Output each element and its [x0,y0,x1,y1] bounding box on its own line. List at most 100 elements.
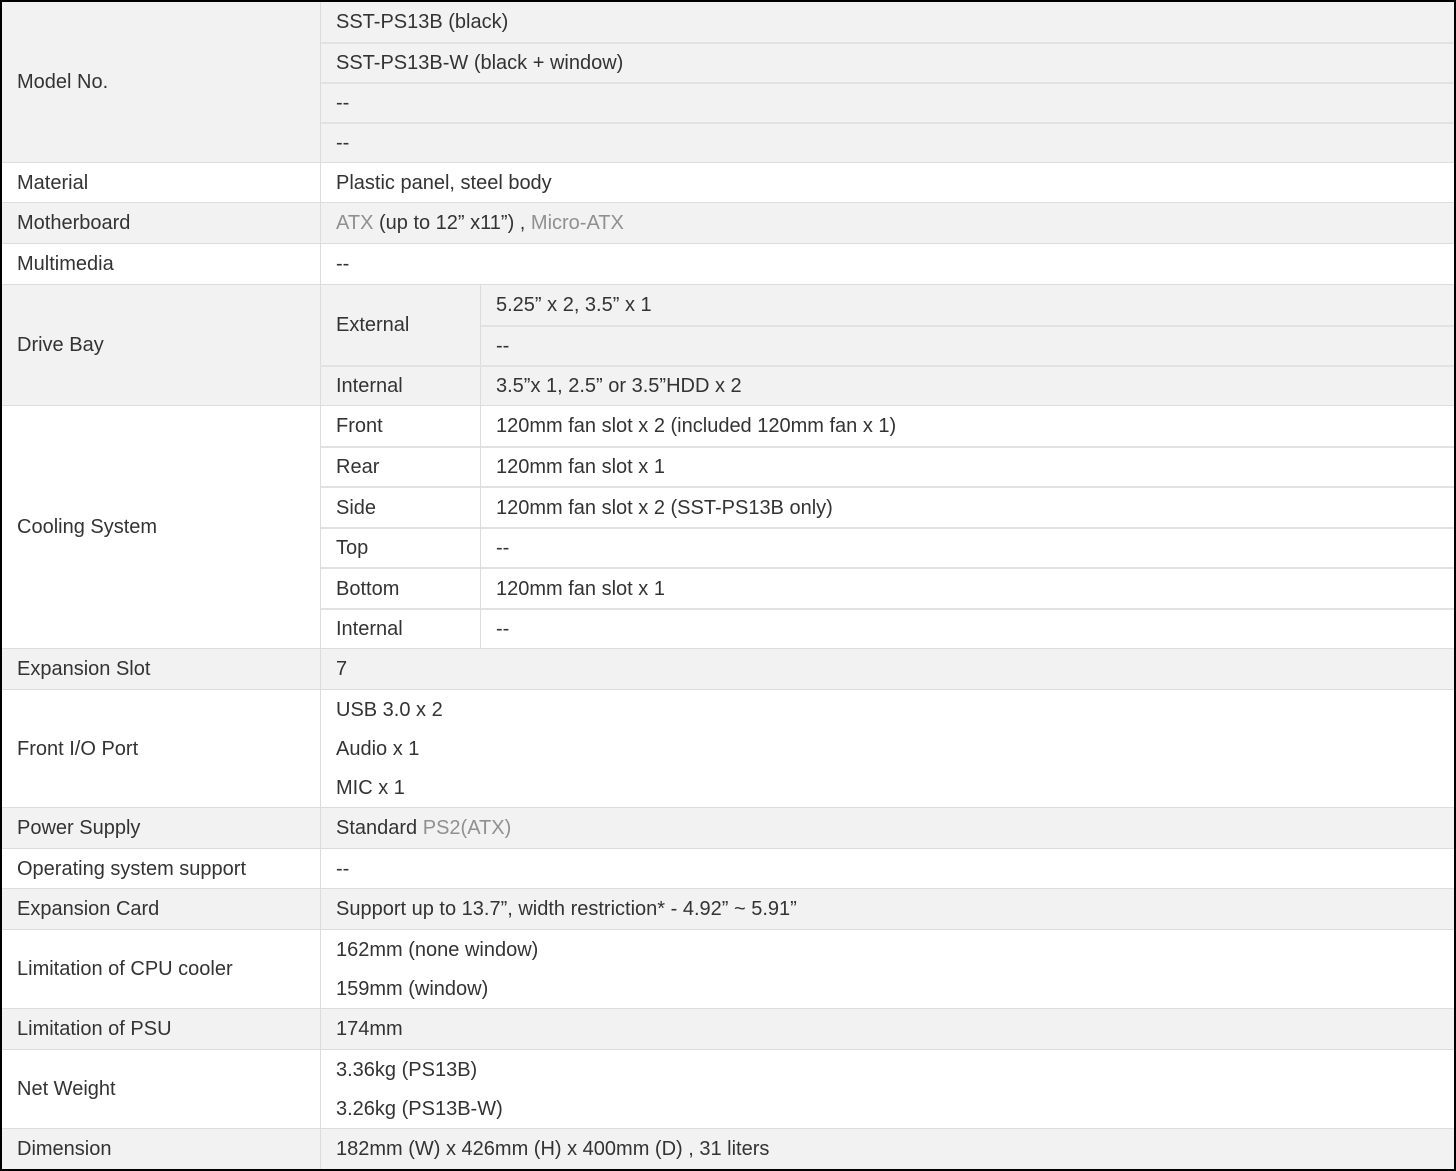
label-cell: Front I/O Port [2,690,320,807]
cooling-pos: Top [321,527,480,567]
model-window: SST-PS13B-W (black + window) [336,52,624,74]
label-cell: Drive Bay [2,285,320,405]
row-cpu-cooler: Limitation of CPU cooler 162mm (none win… [2,930,1454,1008]
cooling-value-front: 120mm fan slot x 2 (included 120mm fan x… [496,415,897,437]
value-cell: 174mm [320,1009,1454,1049]
model-black: SST-PS13B (black) [336,11,509,33]
value-line: 5.25” x 2, 3.5” x 1 [481,285,1454,325]
label-cell: Model No. [2,2,320,162]
value-front-io-mic: MIC x 1 [336,776,405,799]
sub-label-cell: Internal [320,367,480,405]
psu-standard-text: Standard [336,817,423,839]
sub-label-cell: Front Rear Side Top Bottom Internal [320,406,480,648]
value-os-support: -- [336,857,350,880]
value-internal: 3.5”x 1, 2.5” or 3.5”HDD x 2 [496,375,742,397]
value-cell: Support up to 13.7”, width restriction* … [320,889,1454,929]
cooling-pos-bottom: Bottom [336,577,400,600]
value-cell: Plastic panel, steel body [320,163,1454,202]
label-cell: Power Supply [2,808,320,848]
model-empty-1: -- [336,92,350,114]
cooling-value: 120mm fan slot x 2 (included 120mm fan x… [481,406,1454,446]
value-cell: -- [320,244,1454,284]
value-line: Audio x 1 [321,729,1454,768]
value-line: MIC x 1 [321,768,1454,807]
value-cell: 182mm (W) x 426mm (H) x 400mm (D) , 31 l… [320,1129,1454,1169]
cooling-pos: Side [321,486,480,527]
row-psu-limit: Limitation of PSU 174mm [2,1009,1454,1049]
row-dimension: Dimension 182mm (W) x 426mm (H) x 400mm … [2,1129,1454,1169]
value-line: SST-PS13B (black) [321,2,1454,42]
cooling-value-internal: -- [496,618,510,640]
cooling-pos: Internal [321,608,480,648]
label-cell: Dimension [2,1129,320,1169]
value-cell: Standard PS2(ATX) [320,808,1454,848]
label-cell: Expansion Card [2,889,320,929]
value-net-weight-ps13b-w: 3.26kg (PS13B-W) [336,1097,503,1120]
label-expansion-slot: Expansion Slot [17,658,151,680]
cooling-value-rear: 120mm fan slot x 1 [496,456,665,478]
model-empty-2: -- [336,132,350,154]
cooling-value: 120mm fan slot x 1 [481,567,1454,608]
value-motherboard: ATX (up to 12” x11”) , Micro-ATX [336,211,624,235]
atx-link[interactable]: ATX [336,212,373,234]
value-multimedia: -- [336,253,350,275]
value-line: 3.36kg (PS13B) [321,1050,1454,1089]
row-net-weight: Net Weight 3.36kg (PS13B) 3.26kg (PS13B-… [2,1050,1454,1128]
value-line: -- [481,325,1454,365]
value-cpu-cooler-none-window: 162mm (none window) [336,938,539,961]
value-cell: SST-PS13B (black) SST-PS13B-W (black + w… [320,2,1454,162]
value-external-1: 5.25” x 2, 3.5” x 1 [496,294,652,316]
cooling-value: 120mm fan slot x 1 [481,446,1454,486]
label-internal: Internal [336,375,403,397]
cooling-value-side: 120mm fan slot x 2 (SST-PS13B only) [496,496,833,519]
label-external: External [336,314,410,336]
label-cpu-cooler: Limitation of CPU cooler [17,958,233,980]
row-motherboard: Motherboard ATX (up to 12” x11”) , Micro… [2,203,1454,243]
row-multimedia: Multimedia -- [2,244,1454,284]
label-cooling-system: Cooling System [17,516,158,538]
label-cell: Net Weight [2,1050,320,1128]
cooling-pos-rear: Rear [336,456,380,478]
value-line: 159mm (window) [321,969,1454,1008]
ps2-atx-link[interactable]: PS2(ATX) [423,817,512,839]
sub-value-cell: 120mm fan slot x 2 (included 120mm fan x… [480,406,1454,648]
cooling-pos-side: Side [336,496,377,519]
value-cell: 7 [320,649,1454,689]
row-power-supply: Power Supply Standard PS2(ATX) [2,808,1454,848]
label-expansion-card: Expansion Card [17,898,160,920]
label-cell: Motherboard [2,203,320,243]
cooling-pos-top: Top [336,537,369,559]
value-dimension: 182mm (W) x 426mm (H) x 400mm (D) , 31 l… [336,1138,770,1160]
cooling-pos-internal: Internal [336,618,403,640]
cooling-value-bottom: 120mm fan slot x 1 [496,577,665,600]
label-cell: Expansion Slot [2,649,320,689]
value-psu-limit: 174mm [336,1018,403,1040]
micro-atx-link[interactable]: Micro-ATX [531,212,624,234]
value-front-io-audio: Audio x 1 [336,737,420,760]
cooling-pos-front: Front [336,415,383,437]
value-front-io-usb: USB 3.0 x 2 [336,698,443,721]
row-material: Material Plastic panel, steel body [2,163,1454,202]
label-power-supply: Power Supply [17,817,141,839]
value-line: SST-PS13B-W (black + window) [321,42,1454,82]
cooling-pos: Rear [321,446,480,486]
value-line: 162mm (none window) [321,930,1454,969]
label-dimension: Dimension [17,1138,112,1160]
label-material: Material [17,171,89,194]
sub-value-cell: 3.5”x 1, 2.5” or 3.5”HDD x 2 [480,367,1454,405]
label-os-support: Operating system support [17,857,246,880]
row-expansion-slot: Expansion Slot 7 [2,649,1454,689]
value-expansion-card: Support up to 13.7”, width restriction* … [336,898,797,920]
label-cell: Limitation of PSU [2,1009,320,1049]
value-line: -- [321,82,1454,122]
atx-size-note: (up to 12” x11”) , [373,212,531,234]
sub-label-cell: External [320,285,480,365]
value-expansion-slot: 7 [336,658,348,680]
label-cell: Limitation of CPU cooler [2,930,320,1008]
value-material: Plastic panel, steel body [336,171,552,194]
row-expansion-card: Expansion Card Support up to 13.7”, widt… [2,889,1454,929]
label-model-no: Model No. [17,71,109,93]
value-line: USB 3.0 x 2 [321,690,1454,729]
value-net-weight-ps13b: 3.36kg (PS13B) [336,1058,478,1081]
value-line: -- [321,122,1454,162]
